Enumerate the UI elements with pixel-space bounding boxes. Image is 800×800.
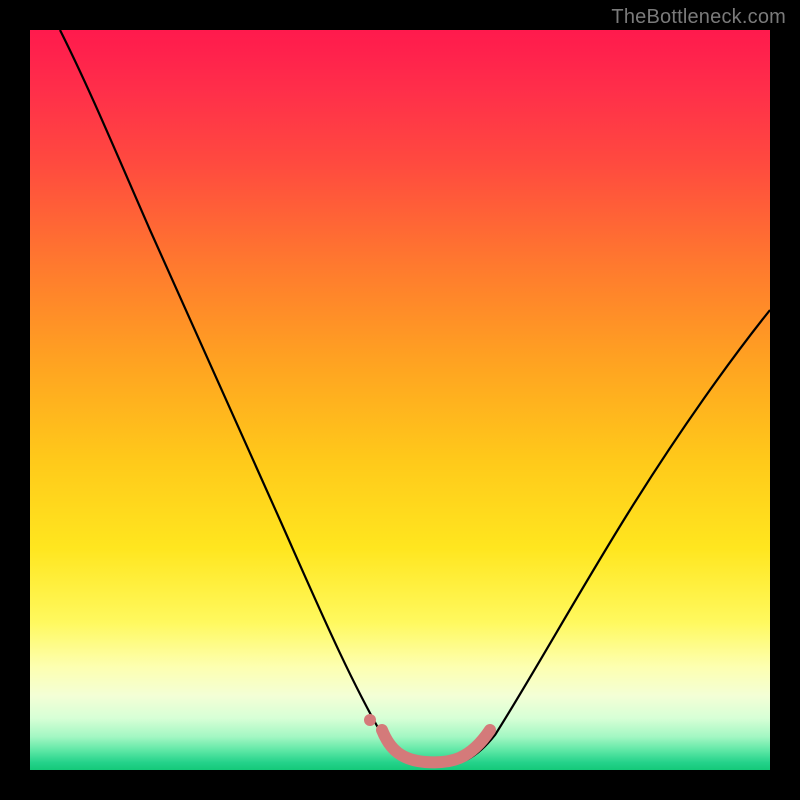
highlight-segment <box>382 730 490 762</box>
curve-layer <box>30 30 770 770</box>
highlight-dot <box>364 714 376 726</box>
plot-area <box>30 30 770 770</box>
watermark-text: TheBottleneck.com <box>611 6 786 29</box>
chart-frame: TheBottleneck.com <box>0 0 800 800</box>
bottleneck-curve <box>60 30 770 765</box>
